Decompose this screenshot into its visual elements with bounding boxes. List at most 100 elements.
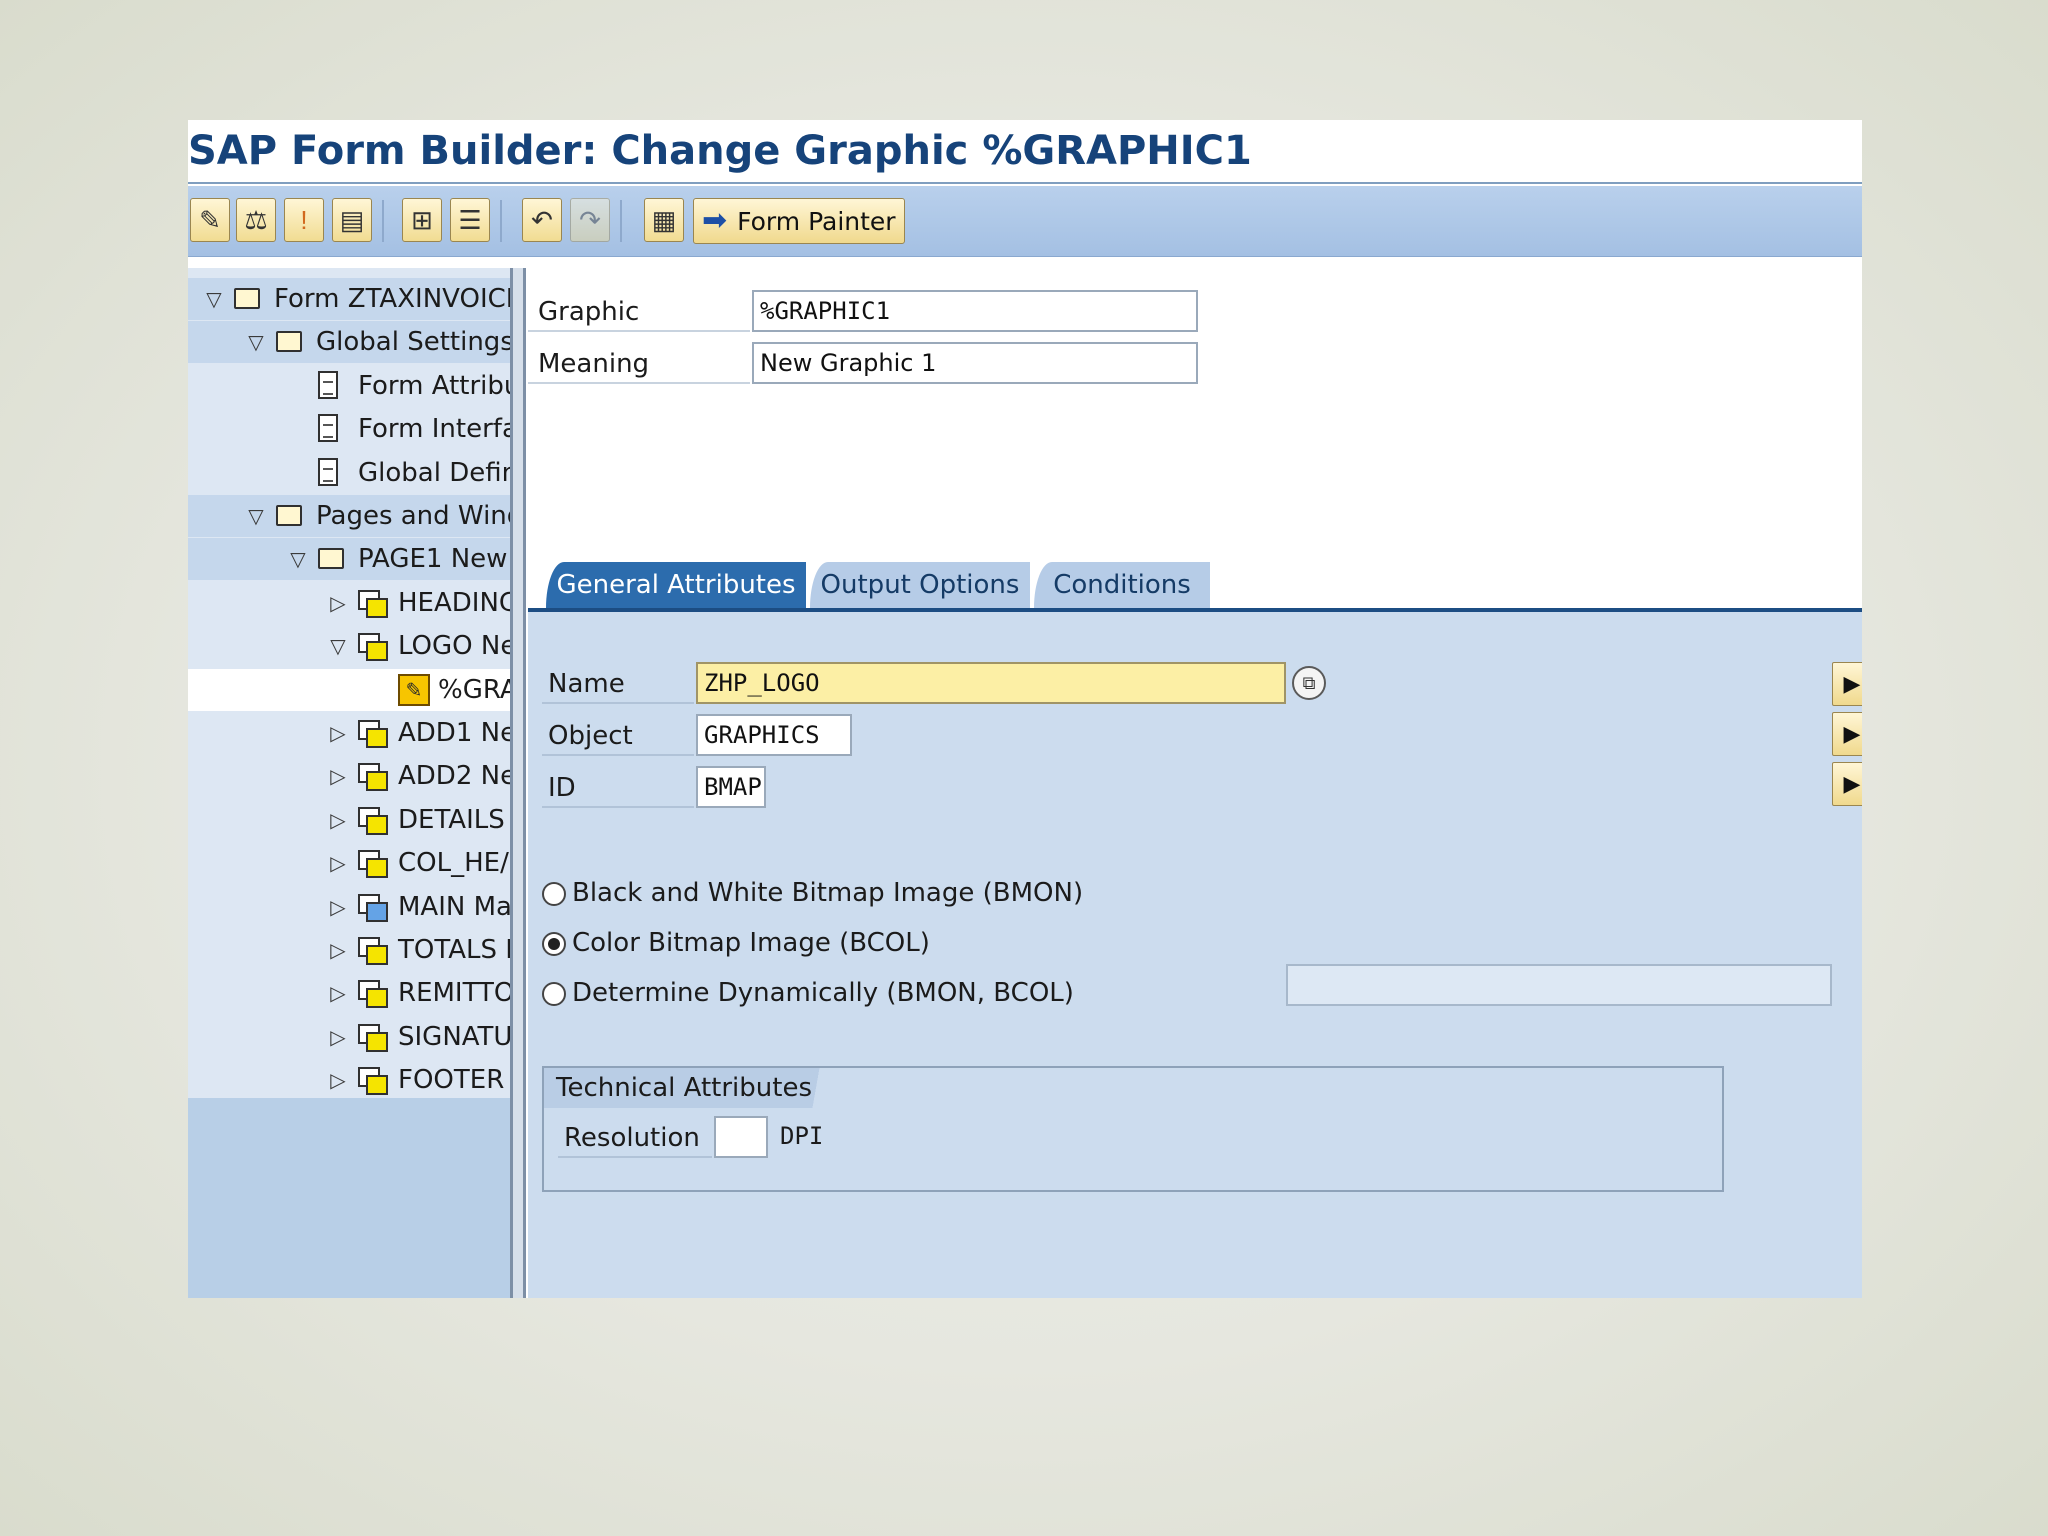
- object-field[interactable]: GRAPHICS: [696, 714, 852, 756]
- window-icon: [358, 980, 388, 1009]
- meaning-field[interactable]: New Graphic 1: [752, 342, 1198, 384]
- check-icon[interactable]: ⚖: [236, 198, 276, 242]
- form-painter-button[interactable]: ➡ Form Painter: [693, 198, 905, 244]
- tree-item[interactable]: ▷ FOOTER: [188, 1059, 510, 1101]
- window-icon: [358, 806, 388, 835]
- tree-item-label: Global Definiti: [358, 457, 510, 488]
- collapse-icon[interactable]: ▽: [202, 278, 226, 320]
- tree-item[interactable]: ▷ ADD2 Ne: [188, 755, 510, 797]
- value-help-icon[interactable]: ⧉: [1292, 666, 1326, 700]
- toolbar-separator: [500, 200, 502, 242]
- expand-icon[interactable]: ▷: [326, 842, 350, 884]
- dpi-unit-label: DPI: [780, 1122, 824, 1150]
- collapse-icon[interactable]: ▽: [286, 538, 310, 580]
- toolbar-separator: [620, 200, 622, 242]
- tree-item-label: COL_HE/: [398, 848, 509, 879]
- tree-item[interactable]: ▷ HEADING: [188, 582, 510, 624]
- tree-item-label: PAGE1 New I: [358, 544, 510, 575]
- id-field[interactable]: BMAP: [696, 766, 766, 808]
- tree-item[interactable]: ▽ Form ZTAXINVOICE: [188, 278, 510, 320]
- collapse-icon[interactable]: ▽: [244, 321, 268, 363]
- window-icon: [358, 1023, 388, 1052]
- expand-icon[interactable]: ▷: [326, 582, 350, 624]
- collapse-icon[interactable]: ▽: [326, 625, 350, 667]
- triangle-right-icon[interactable]: ▶: [1832, 662, 1862, 706]
- tree-item[interactable]: ▷ REMITTO: [188, 972, 510, 1014]
- tree-item[interactable]: ▷ DETAILS: [188, 799, 510, 841]
- meaning-label: Meaning: [528, 342, 750, 384]
- name-field[interactable]: ZHP_LOGO: [696, 662, 1286, 704]
- tree-item[interactable]: ▽ LOGO Ne: [188, 625, 510, 667]
- tree-item-label: Global Settings: [316, 327, 510, 358]
- tree-item[interactable]: Form Attribute: [188, 365, 510, 407]
- redo-icon[interactable]: ↷: [570, 198, 610, 242]
- form-painter-label: Form Painter: [737, 206, 896, 236]
- document-icon: [318, 457, 338, 486]
- tree-item[interactable]: ✎ %GRA: [188, 668, 510, 711]
- expand-icon[interactable]: ▷: [326, 799, 350, 841]
- radio-bmon[interactable]: [542, 882, 566, 906]
- window-icon: [358, 589, 388, 618]
- window-icon: [358, 720, 388, 748]
- test-icon[interactable]: ▤: [332, 198, 372, 242]
- tree-item-label: SIGNATU: [398, 1021, 510, 1052]
- tab-conditions[interactable]: Conditions: [1034, 562, 1210, 608]
- layout-icon[interactable]: ▦: [644, 198, 684, 242]
- expand-icon[interactable]: ▷: [326, 1059, 350, 1101]
- window-icon: [358, 763, 388, 792]
- activate-icon[interactable]: !: [284, 198, 324, 242]
- arrow-right-icon: ➡: [702, 203, 728, 238]
- expand-icon[interactable]: ▷: [326, 972, 350, 1014]
- document-icon: [318, 414, 338, 443]
- window-icon: [358, 1067, 388, 1096]
- triangle-right-icon[interactable]: ▶: [1832, 712, 1862, 756]
- detail-pane: Graphic %GRAPHIC1 Meaning New Graphic 1 …: [528, 268, 1862, 1298]
- technical-attributes-group: Technical Attributes Resolution DPI: [542, 1066, 1724, 1192]
- main-window-icon: [358, 893, 388, 922]
- graphic-icon: ✎: [398, 673, 430, 706]
- global-definitions-icon[interactable]: ☰: [450, 198, 490, 242]
- tree-item[interactable]: ▷ TOTALS I: [188, 929, 510, 971]
- tree-item-label: MAIN Mai: [398, 891, 510, 922]
- folder-icon: [276, 331, 302, 353]
- sap-window: SAP Form Builder: Change Graphic %GRAPHI…: [188, 120, 1862, 1298]
- tree-item[interactable]: ▷ MAIN Mai: [188, 886, 510, 928]
- radio-bmon-label: Black and White Bitmap Image (BMON): [572, 878, 1084, 908]
- tree-item[interactable]: ▷ ADD1 Ne: [188, 712, 510, 754]
- tree-item[interactable]: ▽ Pages and Windo: [188, 495, 510, 537]
- graphic-field[interactable]: %GRAPHIC1: [752, 290, 1198, 332]
- technical-attributes-title: Technical Attributes: [544, 1068, 851, 1108]
- tree-item-label: ADD1 Ne: [398, 718, 510, 748]
- expand-icon[interactable]: ▷: [326, 755, 350, 797]
- tree-item-label: LOGO Ne: [398, 631, 510, 662]
- dynamic-field[interactable]: [1286, 964, 1832, 1006]
- tree-item-label: TOTALS I: [398, 935, 510, 965]
- radio-dynamic[interactable]: [542, 982, 566, 1006]
- tab-output-options[interactable]: Output Options: [810, 562, 1030, 608]
- radio-bcol[interactable]: [542, 932, 566, 956]
- undo-icon[interactable]: ↶: [522, 198, 562, 242]
- change-display-icon[interactable]: ✎: [190, 198, 230, 242]
- tree-item[interactable]: ▽ Global Settings: [188, 321, 510, 364]
- tree-item[interactable]: ▷ SIGNATU: [188, 1016, 510, 1058]
- tree-item[interactable]: ▷ COL_HE/: [188, 842, 510, 884]
- toolbar-separator: [382, 200, 384, 242]
- expand-icon[interactable]: ▷: [326, 886, 350, 928]
- collapse-icon[interactable]: ▽: [244, 495, 268, 537]
- resolution-field[interactable]: [714, 1116, 768, 1158]
- tree-item-label: Pages and Windo: [316, 501, 510, 531]
- form-interface-icon[interactable]: ⊞: [402, 198, 442, 242]
- tree-item[interactable]: Global Definiti: [188, 452, 510, 494]
- expand-icon[interactable]: ▷: [326, 929, 350, 971]
- resolution-label: Resolution: [558, 1116, 712, 1158]
- pane-splitter[interactable]: [510, 268, 526, 1298]
- application-toolbar: ✎ ⚖ ! ▤ ⊞ ☰ ↶ ↷ ▦ ➡ Form Painter: [188, 186, 1862, 257]
- expand-icon[interactable]: ▷: [326, 1016, 350, 1058]
- expand-icon[interactable]: ▷: [326, 712, 350, 754]
- tree-item[interactable]: ▽ PAGE1 New I: [188, 538, 510, 581]
- folder-icon: [276, 505, 302, 526]
- tree-item[interactable]: Form Interface: [188, 408, 510, 450]
- folder-icon: [318, 548, 344, 570]
- tab-general-attributes[interactable]: General Attributes: [546, 562, 806, 608]
- triangle-right-icon[interactable]: ▶: [1832, 762, 1862, 806]
